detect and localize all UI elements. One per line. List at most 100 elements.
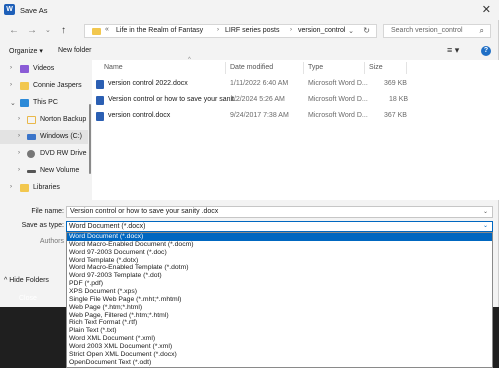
recent-locations-chevron-icon[interactable]: ⌄ [45, 26, 51, 34]
type-option-xps[interactable]: XPS Document (*.xps) [67, 288, 492, 296]
type-option-pdf[interactable]: PDF (*.pdf) [67, 280, 492, 288]
expand-chevron-icon[interactable]: › [18, 150, 20, 156]
breadcrumb-lirf-series[interactable]: LIRF series posts [225, 27, 279, 34]
file-row[interactable]: version control 2022.docx 1/11/2022 6:40… [92, 77, 499, 91]
forward-arrow-icon[interactable]: → [27, 25, 37, 36]
type-option-docx[interactable]: Word Document (*.docx) [67, 233, 492, 241]
file-list: Name ^ Date modified Type Size version c… [92, 57, 499, 200]
file-row[interactable]: version control.docx 9/24/2017 7:38 AM M… [92, 109, 499, 123]
type-option-odt[interactable]: OpenDocument Text (*.odt) [67, 359, 492, 367]
breadcrumb-separator-icon: › [290, 27, 292, 33]
nav-item-windows-c[interactable]: › Windows (C:) [0, 130, 88, 144]
collapse-chevron-icon[interactable]: ⌄ [10, 99, 16, 107]
file-size: 18 KB [389, 96, 409, 103]
expand-chevron-icon[interactable]: › [18, 133, 20, 139]
folder-icon [20, 184, 29, 192]
nav-item-this-pc[interactable]: ⌄ This PC [0, 96, 88, 110]
expand-chevron-icon[interactable]: › [18, 116, 20, 122]
file-type: Microsoft Word D... [308, 96, 368, 103]
search-box[interactable]: Search version_control ⌕ [383, 24, 491, 38]
column-header-date-modified[interactable]: Date modified [230, 64, 273, 71]
videos-folder-icon [20, 65, 29, 73]
expand-chevron-icon[interactable]: › [10, 65, 12, 71]
type-option-rtf[interactable]: Rich Text Format (*.rtf) [67, 319, 492, 327]
column-divider[interactable] [364, 62, 365, 74]
file-date: 1/11/2022 6:40 AM [230, 80, 289, 87]
file-name: version control.docx [108, 112, 171, 119]
word-app-icon: W [4, 4, 15, 15]
expand-chevron-icon[interactable]: › [10, 184, 12, 190]
file-row[interactable]: Version control or how to save your sani… [92, 93, 499, 107]
search-placeholder: Search version_control [391, 27, 463, 34]
help-icon[interactable]: ? [481, 46, 491, 56]
breadcrumb-version-control[interactable]: version_control [298, 27, 345, 34]
expand-chevron-icon[interactable]: › [18, 167, 20, 173]
column-divider[interactable] [225, 62, 226, 74]
back-arrow-icon[interactable]: ← [9, 25, 19, 36]
drive-icon [27, 170, 36, 173]
nav-item-label: This PC [33, 99, 58, 106]
type-option-dotm[interactable]: Word Macro-Enabled Template (*.dotm) [67, 264, 492, 272]
column-divider[interactable] [303, 62, 304, 74]
authors-label: Authors [39, 238, 64, 245]
breadcrumb-separator-icon: › [217, 27, 219, 33]
up-arrow-icon[interactable]: ↑ [61, 25, 66, 36]
chevron-down-icon[interactable]: ⌄ [483, 208, 488, 215]
navigation-bar: ← → ⌄ ↑ « Life in the Realm of Fantasy ›… [0, 20, 499, 42]
save-as-type-dropdown-list: Word Document (*.docx) Word Macro-Enable… [66, 232, 493, 368]
breadcrumb-life-in-realm[interactable]: Life in the Realm of Fantasy [116, 27, 203, 34]
file-size: 367 KB [384, 112, 407, 119]
expand-chevron-icon[interactable]: › [10, 82, 12, 88]
nav-item-new-volume[interactable]: › New Volume [0, 164, 88, 178]
type-option-strict-docx[interactable]: Strict Open XML Document (*.docx) [67, 351, 492, 359]
folder-icon [20, 82, 29, 90]
nav-item-connie-jaspers[interactable]: › Connie Jaspers [0, 79, 88, 93]
type-option-xml-2003[interactable]: Word 2003 XML Document (*.xml) [67, 343, 492, 351]
address-bar[interactable]: « Life in the Realm of Fantasy › LIRF se… [84, 24, 377, 38]
nav-item-libraries[interactable]: › Libraries [0, 181, 88, 195]
file-name: Version control or how to save your sani… [108, 96, 240, 103]
file-type: Microsoft Word D... [308, 80, 368, 87]
file-date: 9/24/2017 7:38 AM [230, 112, 289, 119]
chevron-down-icon[interactable]: ⌄ [483, 222, 488, 229]
organize-button[interactable]: Organize ▾ [9, 47, 43, 55]
overflow-chevron-icon[interactable]: « [105, 26, 109, 33]
word-document-icon [96, 80, 104, 89]
column-divider[interactable] [406, 62, 407, 74]
type-option-mht[interactable]: Single File Web Page (*.mht;*.mhtml) [67, 296, 492, 304]
type-option-dotx[interactable]: Word Template (*.dotx) [67, 257, 492, 265]
type-option-htm[interactable]: Web Page (*.htm;*.html) [67, 304, 492, 312]
column-header-size[interactable]: Size [369, 64, 383, 71]
file-name-value: Version control or how to save your sani… [70, 208, 219, 215]
type-option-htm-filtered[interactable]: Web Page, Filtered (*.htm;*.html) [67, 312, 492, 320]
refresh-icon[interactable]: ↻ [363, 26, 370, 35]
nav-item-videos[interactable]: › Videos [0, 62, 88, 76]
type-option-doc[interactable]: Word 97-2003 Document (*.doc) [67, 249, 492, 257]
save-as-type-select[interactable]: Word Document (*.docx) ⌄ [66, 221, 493, 232]
file-type: Microsoft Word D... [308, 112, 368, 119]
view-options-icon[interactable]: ≡ ▾ [447, 45, 459, 56]
column-header-type[interactable]: Type [308, 64, 323, 71]
folder-outline-icon [27, 116, 36, 124]
type-option-txt[interactable]: Plain Text (*.txt) [67, 327, 492, 335]
file-name-input[interactable]: Version control or how to save your sani… [66, 206, 493, 218]
close-button[interactable]: Close [19, 295, 37, 302]
sort-ascending-icon: ^ [188, 57, 191, 63]
column-header-name[interactable]: Name [104, 64, 123, 71]
address-dropdown-icon[interactable]: ⌄ [348, 27, 354, 35]
folder-icon [92, 28, 101, 35]
navigation-pane-scrollbar[interactable] [89, 104, 91, 174]
hide-folders-button[interactable]: ^ Hide Folders [4, 277, 49, 284]
save-as-type-label: Save as type: [21, 222, 64, 229]
new-folder-button[interactable]: New folder [58, 47, 91, 54]
nav-item-dvd-rw-drive[interactable]: › DVD RW Drive [0, 147, 88, 161]
type-option-dot[interactable]: Word 97-2003 Template (*.dot) [67, 272, 492, 280]
nav-item-norton-backup[interactable]: › Norton Backup [0, 113, 88, 127]
close-icon[interactable]: ✕ [482, 3, 491, 16]
dialog-title: Save As [20, 6, 48, 15]
save-as-type-value: Word Document (*.docx) [69, 223, 146, 230]
type-option-docm[interactable]: Word Macro-Enabled Document (*.docm) [67, 241, 492, 249]
chevron-up-icon: ^ [4, 277, 8, 284]
search-icon[interactable]: ⌕ [480, 26, 484, 36]
type-option-xml[interactable]: Word XML Document (*.xml) [67, 335, 492, 343]
